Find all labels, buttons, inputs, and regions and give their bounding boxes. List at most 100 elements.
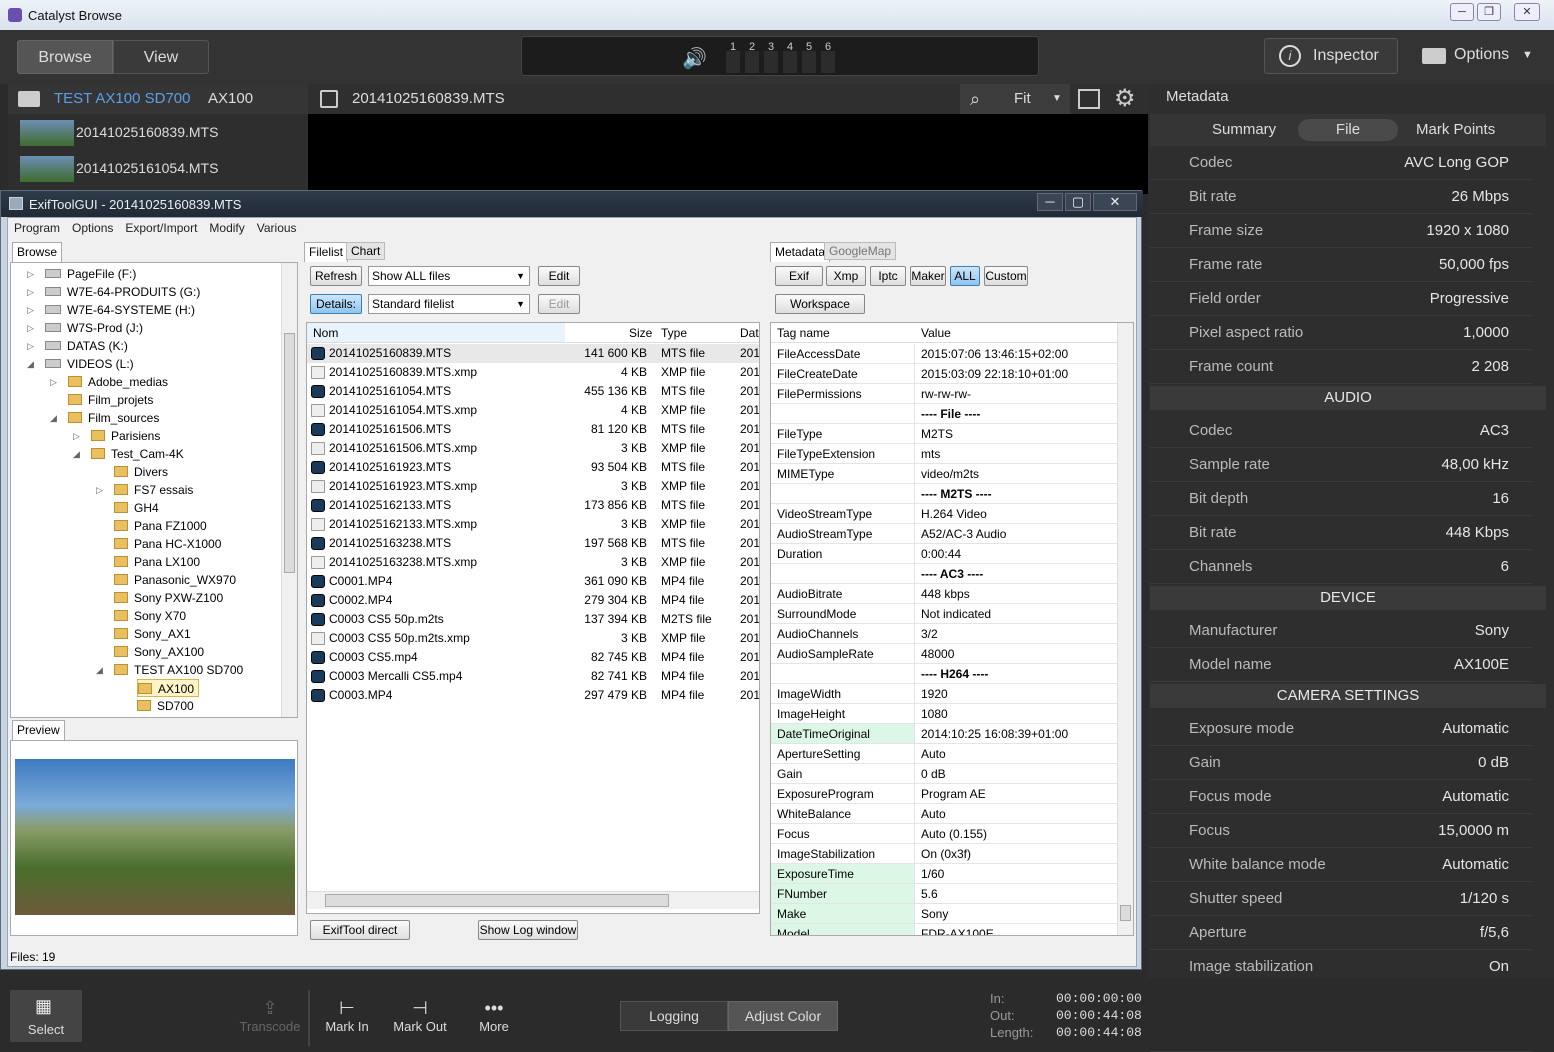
metadata-tag-row[interactable]: ---- AC3 ---- [771,564,1117,584]
file-row[interactable]: C0003 CS5 50p.m2ts 137 394 KB M2TS file 201 [307,610,759,629]
minimize-button[interactable]: ─ [1450,3,1474,21]
sidebar-toggle-icon[interactable] [320,90,338,108]
gear-icon[interactable]: ⚙ [1114,84,1136,114]
edit-disabled-button[interactable]: Edit [538,294,580,314]
file-row[interactable]: 20141025161506.MTS 81 120 KB MTS file 201 [307,420,759,439]
file-row[interactable]: 20141025161923.MTS.xmp 3 KB XMP file 201 [307,477,759,496]
tree-node[interactable]: AX100 [137,679,200,697]
tree-node[interactable]: ◢ VIDEOS (L:) [27,355,134,373]
expander-icon[interactable]: ◢ [27,355,34,373]
tab-googlemap[interactable]: GoogleMap [824,242,897,260]
scroll-thumb[interactable] [325,894,669,907]
tree-node[interactable]: Sony X70 [114,607,186,625]
tree-node[interactable]: GH4 [114,499,159,517]
metadata-tag-row[interactable]: ExposureTime 1/60 [771,864,1117,884]
metadata-tag-row[interactable]: FilePermissions rw-rw-rw- [771,384,1117,404]
file-row[interactable]: C0003 CS5 50p.m2ts.xmp 3 KB XMP file 201 [307,629,759,648]
tree-node[interactable]: Film_projets [68,391,153,409]
metadata-tag-row[interactable]: MIMEType video/m2ts [771,464,1117,484]
speaker-icon[interactable]: 🔊 [682,46,707,71]
metadata-tag-row[interactable]: WhiteBalance Auto [771,804,1117,824]
metadata-tag-row[interactable]: Model FDR-AX100E [771,924,1117,935]
col-name[interactable]: Nom [307,323,565,342]
metadata-tag-row[interactable]: FileTypeExtension mts [771,444,1117,464]
metadata-tag-row[interactable]: ---- H264 ---- [771,664,1117,684]
metadata-tag-row[interactable]: ImageStabilization On (0x3f) [771,844,1117,864]
more-button[interactable]: ••• More [468,998,520,1034]
col-value[interactable]: Value [921,323,951,343]
metadata-tag-row[interactable]: ---- File ---- [771,404,1117,424]
file-row[interactable]: C0003 CS5.mp4 82 745 KB MP4 file 201 [307,648,759,667]
expander-icon[interactable]: ▷ [50,373,57,391]
metadata-tag-row[interactable]: DateTimeOriginal 2014:10:25 16:08:39+01:0… [771,724,1117,744]
tab-mark-points[interactable]: Mark Points [1416,121,1495,138]
file-row[interactable]: 20141025161506.MTS.xmp 3 KB XMP file 201 [307,439,759,458]
tree-node[interactable]: ▷ PageFile (F:) [27,265,136,283]
tree-node[interactable]: Pana HC-X1000 [114,535,221,553]
expander-icon[interactable]: ▷ [27,337,34,355]
tree-node[interactable]: Sony_AX100 [114,643,204,661]
tree-node[interactable]: ◢ TEST AX100 SD700 [96,661,243,679]
maximize-button[interactable]: ❐ [1477,3,1501,21]
edit-button[interactable]: Edit [538,266,580,286]
metadata-tag-row[interactable]: ApertureSetting Auto [771,744,1117,764]
filter-all-button[interactable]: ALL [950,266,980,286]
file-row[interactable]: C0001.MP4 361 090 KB MP4 file 201 [307,572,759,591]
tree-node[interactable]: ◢ Film_sources [50,409,159,427]
tree-node[interactable]: ▷ DATAS (K:) [27,337,128,355]
tab-metadata[interactable]: Metadata [770,242,831,262]
tab-summary[interactable]: Summary [1212,121,1276,138]
file-row[interactable]: 20141025160839.MTS.xmp 4 KB XMP file 201 [307,363,759,382]
tree-node[interactable]: Pana FZ1000 [114,517,207,535]
metadata-tag-row[interactable]: Duration 0:00:44 [771,544,1117,564]
metadata-tag-row[interactable]: ---- M2TS ---- [771,484,1117,504]
select-button[interactable]: ▦ Select [10,990,82,1042]
inspector-button[interactable]: i Inspector [1264,38,1398,74]
file-row[interactable]: 20141025163238.MTS 197 568 KB MTS file 201 [307,534,759,553]
tab-file[interactable]: File [1298,119,1398,141]
metadata-tag-row[interactable]: AudioBitrate 448 kbps [771,584,1117,604]
show-files-select[interactable]: Show ALL files ▼ [368,266,530,286]
filter-custom-button[interactable]: Custom [984,266,1028,286]
tab-filelist[interactable]: Filelist [304,242,349,262]
metadata-tag-row[interactable]: ImageWidth 1920 [771,684,1117,704]
close-button[interactable]: ✕ [1514,3,1540,21]
file-row[interactable]: 20141025161054.MTS 455 136 KB MTS file 201 [307,382,759,401]
file-row[interactable]: 20141025161054.MTS.xmp 4 KB XMP file 201 [307,401,759,420]
metadata-tag-row[interactable]: Focus Auto (0.155) [771,824,1117,844]
clip-item[interactable]: 20141025161054.MTS [8,151,308,185]
file-row[interactable]: C0002.MP4 279 304 KB MP4 file 201 [307,591,759,610]
metadata-tag-row[interactable]: FNumber 5.6 [771,884,1117,904]
minimize-button[interactable]: ─ [1037,193,1063,211]
tree-node[interactable]: Panasonic_WX970 [114,571,236,589]
metadata-tag-row[interactable]: ExposureProgram Program AE [771,784,1117,804]
tree-node[interactable]: Divers [114,463,168,481]
filter-exif-button[interactable]: Exif [775,266,823,286]
col-size[interactable]: Size [629,323,652,343]
tab-preview[interactable]: Preview [12,720,65,740]
expander-icon[interactable]: ▷ [27,301,34,319]
fullscreen-icon[interactable] [1078,89,1100,109]
metadata-scrollbar[interactable] [1117,323,1133,935]
close-button[interactable]: ✕ [1093,193,1137,211]
tree-node[interactable]: ▷ FS7 essais [96,481,193,499]
expander-icon[interactable]: ◢ [96,661,103,679]
file-row[interactable]: C0003.MP4 297 479 KB MP4 file 201 [307,686,759,705]
tree-scrollbar[interactable] [281,263,297,717]
breadcrumb-parent[interactable]: TEST AX100 SD700 [54,84,190,114]
details-button[interactable]: Details: [310,294,362,314]
expander-icon[interactable]: ▷ [27,265,34,283]
expander-icon[interactable]: ▷ [27,283,34,301]
file-row[interactable]: 20141025160839.MTS 141 600 KB MTS file 201 [307,344,759,363]
col-tag-name[interactable]: Tag name [777,323,830,343]
scroll-thumb[interactable] [284,333,295,573]
tree-node[interactable]: ▷ Adobe_medias [50,373,168,391]
metadata-tag-row[interactable]: FileType M2TS [771,424,1117,444]
adjust-color-button[interactable]: Adjust Color [728,1001,838,1031]
file-row[interactable]: 20141025162133.MTS.xmp 3 KB XMP file 201 [307,515,759,534]
show-log-button[interactable]: Show Log window [478,920,578,940]
scroll-thumb[interactable] [1120,905,1131,921]
transcode-button[interactable]: ⇪ Transcode [236,998,304,1034]
expander-icon[interactable]: ▷ [96,481,103,499]
file-row[interactable]: 20141025161923.MTS 93 504 KB MTS file 201 [307,458,759,477]
